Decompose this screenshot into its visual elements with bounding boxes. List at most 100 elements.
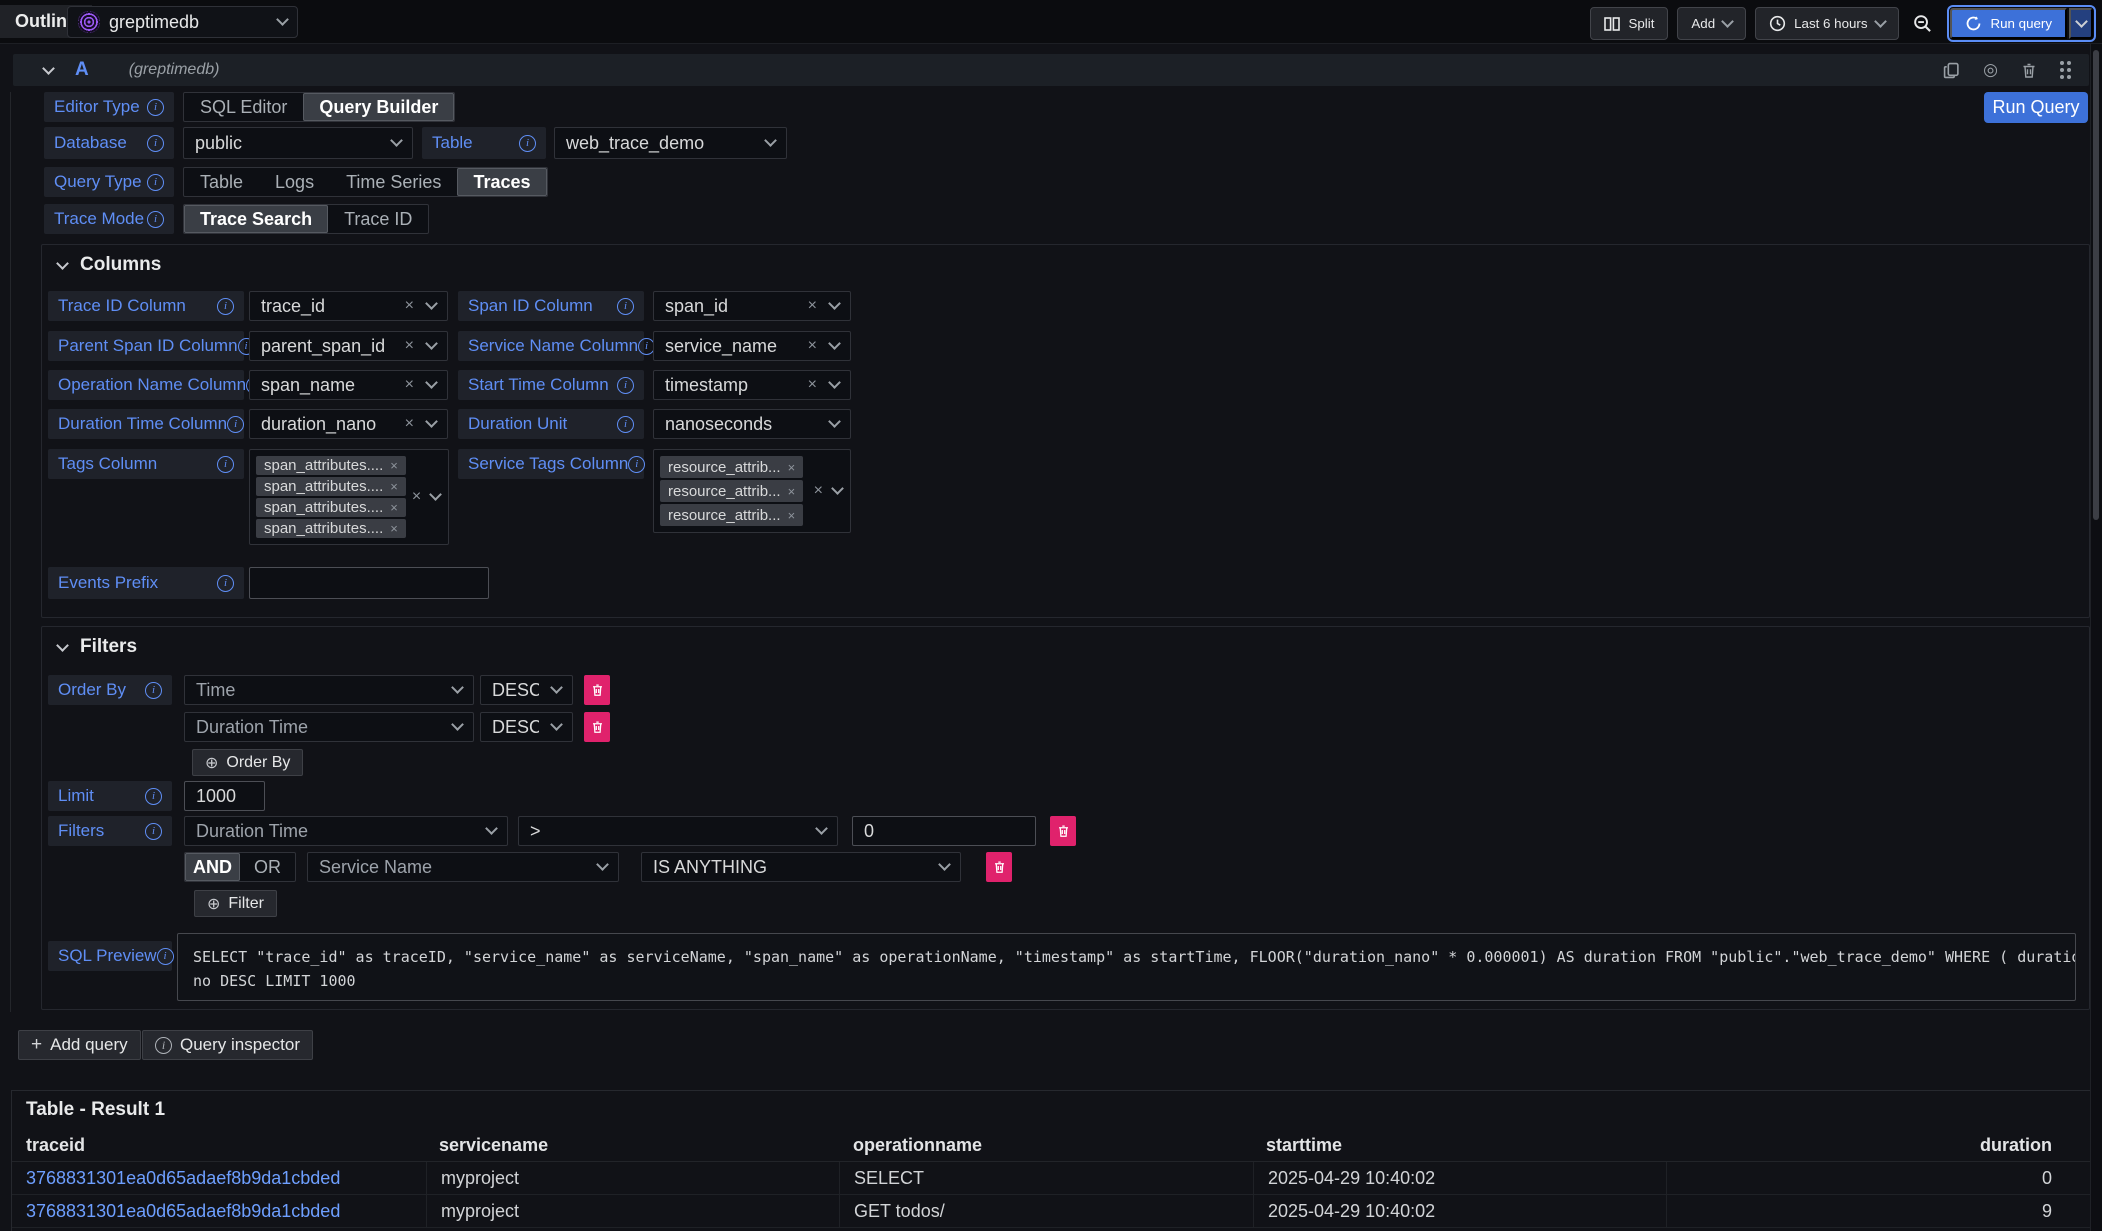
info-icon[interactable]: i [157, 948, 174, 965]
option-and[interactable]: AND [185, 853, 240, 881]
filter-operator-select-1[interactable]: > [518, 816, 838, 846]
toggle-visibility-icon[interactable]: ◎ [1983, 60, 1998, 80]
order-by-field-select-1[interactable]: Time [184, 675, 474, 705]
info-icon[interactable]: i [617, 298, 634, 315]
filter-value-input-1[interactable] [852, 816, 1036, 846]
info-icon[interactable]: i [617, 377, 634, 394]
remove-chip-icon[interactable]: × [390, 480, 398, 493]
order-by-direction-select-1[interactable]: DESC [480, 675, 573, 705]
clear-icon[interactable]: × [808, 377, 817, 393]
col-header-starttime[interactable]: starttime [1266, 1135, 1342, 1156]
add-dropdown-button[interactable]: Add [1677, 7, 1746, 40]
duration-time-column-select[interactable]: duration_nano × [249, 409, 448, 439]
tags-column-multiselect[interactable]: span_attributes....× span_attributes....… [249, 449, 449, 545]
clear-all-icon[interactable]: × [412, 489, 421, 505]
limit-input[interactable] [184, 781, 265, 811]
option-query-builder[interactable]: Query Builder [303, 93, 454, 121]
trace-id-column-select[interactable]: trace_id × [249, 291, 448, 321]
query-row-header[interactable]: A (greptimedb) ◎ [13, 54, 2089, 86]
collapse-caret-icon[interactable] [42, 62, 55, 75]
clear-all-icon[interactable]: × [814, 483, 823, 499]
clear-icon[interactable]: × [405, 338, 414, 354]
col-header-traceid[interactable]: traceid [26, 1135, 85, 1156]
info-icon[interactable]: i [145, 823, 162, 840]
order-by-direction-select-2[interactable]: DESC [480, 712, 573, 742]
remove-chip-icon[interactable]: × [788, 461, 796, 474]
span-id-column-select[interactable]: span_id × [653, 291, 851, 321]
start-time-column-select[interactable]: timestamp × [653, 370, 851, 400]
remove-chip-icon[interactable]: × [390, 459, 398, 472]
info-icon[interactable]: i [519, 135, 536, 152]
page-scrollbar[interactable] [2090, 44, 2102, 1231]
operation-name-column-select[interactable]: span_name × [249, 370, 448, 400]
remove-chip-icon[interactable]: × [788, 485, 796, 498]
info-icon[interactable]: i [617, 416, 634, 433]
zoom-out-time-button[interactable] [1908, 7, 1938, 40]
filters-section-header[interactable]: Filters [58, 636, 137, 658]
trace-id-link[interactable]: 3768831301ea0d65adaef8b9da1cbded [26, 1201, 340, 1222]
add-filter-button[interactable]: ⊕ Filter [194, 890, 277, 917]
remove-chip-icon[interactable]: × [788, 509, 796, 522]
info-icon[interactable]: i [147, 174, 164, 191]
clear-icon[interactable]: × [405, 298, 414, 314]
remove-chip-icon[interactable]: × [390, 501, 398, 514]
trace-id-link[interactable]: 3768831301ea0d65adaef8b9da1cbded [26, 1168, 340, 1189]
remove-order-by-button-2[interactable] [584, 712, 610, 742]
scrollbar-thumb[interactable] [2093, 50, 2099, 520]
info-icon[interactable]: i [217, 298, 234, 315]
editor-run-query-button[interactable]: Run Query [1984, 92, 2088, 123]
datasource-picker[interactable]: greptimedb [67, 6, 298, 38]
info-icon[interactable]: i [147, 135, 164, 152]
drag-handle-icon[interactable] [2060, 61, 2071, 79]
query-inspector-button[interactable]: i Query inspector [142, 1030, 313, 1060]
run-query-button[interactable]: Run query [1950, 8, 2068, 39]
columns-section-header[interactable]: Columns [58, 254, 161, 276]
option-traces[interactable]: Traces [457, 168, 546, 196]
remove-chip-icon[interactable]: × [390, 522, 398, 535]
table-select[interactable]: web_trace_demo [554, 127, 787, 159]
events-prefix-input[interactable] [249, 567, 489, 599]
info-icon[interactable]: i [147, 99, 164, 116]
filter-field-select-2[interactable]: Service Name [307, 852, 619, 882]
database-select[interactable]: public [183, 127, 413, 159]
tag-chip: span_attributes....× [256, 498, 406, 517]
clear-icon[interactable]: × [405, 377, 414, 393]
remove-query-icon[interactable] [2021, 62, 2037, 79]
remove-filter-button-2[interactable] [986, 852, 1012, 882]
option-or[interactable]: OR [240, 853, 295, 881]
col-header-duration[interactable]: duration [1980, 1135, 2052, 1156]
info-icon[interactable]: i [145, 682, 162, 699]
order-by-field-select-2[interactable]: Duration Time [184, 712, 474, 742]
filter-field-select-1[interactable]: Duration Time [184, 816, 508, 846]
remove-order-by-button-1[interactable] [584, 675, 610, 705]
time-range-picker[interactable]: Last 6 hours [1755, 7, 1898, 40]
add-order-by-button[interactable]: ⊕ Order By [192, 749, 303, 776]
info-icon[interactable]: i [628, 456, 645, 473]
info-icon[interactable]: i [147, 211, 164, 228]
info-icon[interactable]: i [217, 456, 234, 473]
option-table[interactable]: Table [184, 168, 259, 196]
option-time-series[interactable]: Time Series [330, 168, 457, 196]
split-button[interactable]: Split [1590, 7, 1668, 40]
col-header-servicename[interactable]: servicename [439, 1135, 548, 1156]
option-trace-search[interactable]: Trace Search [184, 205, 328, 233]
col-header-operationname[interactable]: operationname [853, 1135, 982, 1156]
remove-filter-button-1[interactable] [1050, 816, 1076, 846]
clear-icon[interactable]: × [808, 298, 817, 314]
service-tags-column-multiselect[interactable]: resource_attrib...× resource_attrib...× … [653, 449, 851, 533]
duplicate-query-icon[interactable] [1943, 62, 1960, 79]
clear-icon[interactable]: × [808, 338, 817, 354]
info-icon[interactable]: i [145, 788, 162, 805]
clear-icon[interactable]: × [405, 416, 414, 432]
service-name-column-select[interactable]: service_name × [653, 331, 851, 361]
option-trace-id[interactable]: Trace ID [328, 205, 428, 233]
run-query-interval-dropdown[interactable] [2069, 8, 2093, 39]
parent-span-id-column-select[interactable]: parent_span_id × [249, 331, 448, 361]
info-icon[interactable]: i [217, 575, 234, 592]
add-query-button[interactable]: + Add query [18, 1030, 141, 1060]
duration-unit-select[interactable]: nanoseconds [653, 409, 851, 439]
option-logs[interactable]: Logs [259, 168, 330, 196]
option-sql-editor[interactable]: SQL Editor [184, 93, 303, 121]
filter-operator-select-2[interactable]: IS ANYTHING [641, 852, 961, 882]
info-icon[interactable]: i [227, 416, 244, 433]
